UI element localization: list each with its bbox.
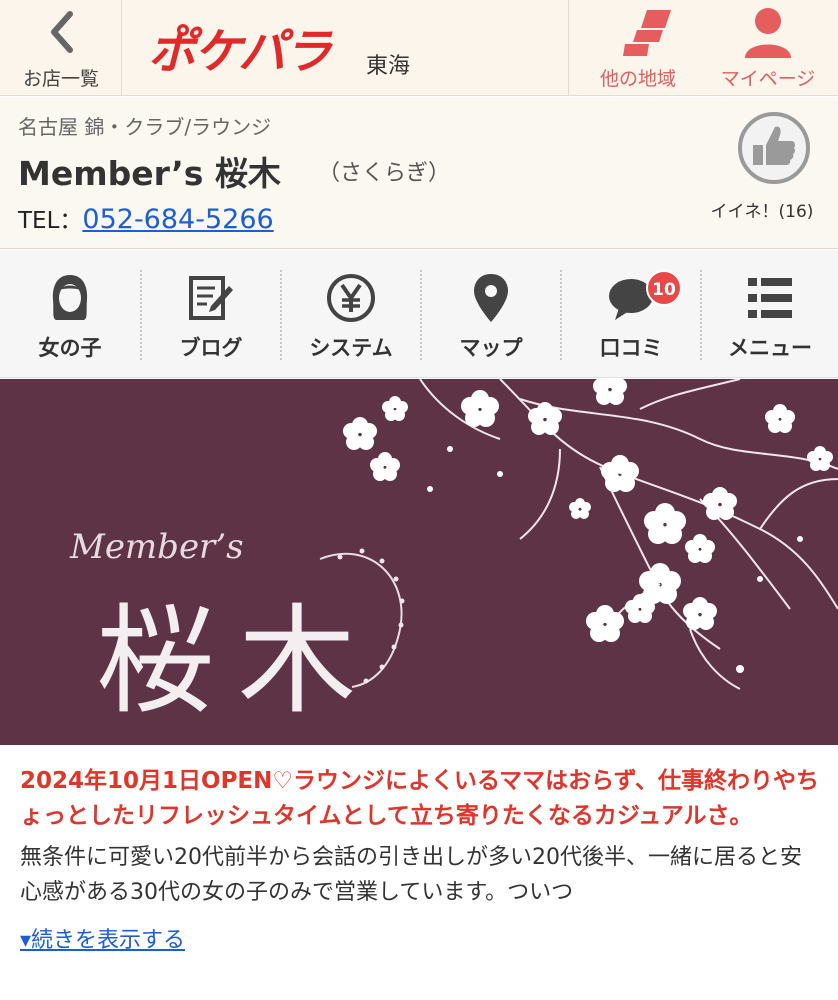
yen-icon bbox=[327, 274, 375, 322]
reviews-count-badge: 10 bbox=[646, 270, 682, 306]
shop-name: Member’s 桜木 bbox=[18, 154, 281, 193]
shop-tel: TEL：052-684-5266 bbox=[18, 201, 274, 235]
tel-label: TEL： bbox=[18, 208, 83, 234]
tel-link[interactable]: 052-684-5266 bbox=[82, 204, 273, 235]
shop-hero-image: Member’s 桜木 bbox=[0, 379, 838, 745]
map-chair-icon bbox=[623, 10, 671, 56]
like-button[interactable]: イイネ！(16) bbox=[700, 111, 824, 222]
pokepara-logo[interactable]: ポケパラ bbox=[146, 22, 356, 76]
nav-item-girls[interactable]: 女の子 bbox=[0, 250, 140, 378]
nav-item-menu[interactable]: メニュー bbox=[702, 250, 838, 378]
shop-info: 名古屋 錦・クラブ/ラウンジ Member’s 桜木 （さくらぎ） TEL：05… bbox=[0, 97, 838, 249]
description-lead: 2024年10月1日OPEN♡ラウンジによくいるママはおらず、仕事終わりやちょっ… bbox=[20, 768, 820, 829]
nav-item-map[interactable]: マップ bbox=[422, 250, 560, 378]
back-label: お店一覧 bbox=[22, 68, 99, 90]
header-actions: 他の地域 マイページ bbox=[568, 0, 838, 96]
nav-label-girls: 女の子 bbox=[38, 336, 102, 360]
nav-item-reviews[interactable]: 10 口コミ bbox=[562, 250, 700, 378]
nav-label-reviews: 口コミ bbox=[599, 336, 663, 360]
shop-area: 名古屋 錦・クラブ/ラウンジ bbox=[18, 115, 272, 139]
hero-members-text: Member’s bbox=[70, 527, 244, 567]
nav-label-system: システム bbox=[309, 336, 393, 360]
svg-text:ポケパラ: ポケパラ bbox=[148, 26, 333, 76]
nav-label-menu: メニュー bbox=[728, 336, 812, 360]
other-region-label: 他の地域 bbox=[599, 68, 676, 90]
map-pin-icon bbox=[474, 274, 508, 322]
girl-icon bbox=[52, 275, 88, 320]
chevron-left-icon bbox=[51, 11, 73, 53]
description-body: 無条件に可愛い20代前半から会話の引き出しが多い20代後半、一緒に居ると安心感が… bbox=[20, 845, 802, 905]
user-icon bbox=[745, 8, 791, 58]
shop-nav: 女の子 ブログ システム マップ 10 口コミ メニュー bbox=[0, 250, 838, 378]
mypage-button[interactable]: マイページ bbox=[703, 0, 833, 96]
show-more-link[interactable]: ▾続きを表示する bbox=[20, 922, 185, 954]
nav-item-blog[interactable]: ブログ bbox=[142, 250, 280, 378]
menu-list-icon bbox=[748, 278, 792, 318]
app-header: お店一覧 ポケパラ 東海 他の地域 マイページ bbox=[0, 0, 838, 96]
nav-item-system[interactable]: システム bbox=[282, 250, 420, 378]
nav-label-blog: ブログ bbox=[179, 336, 243, 360]
other-region-button[interactable]: 他の地域 bbox=[583, 0, 693, 96]
nav-label-map: マップ bbox=[459, 336, 523, 360]
mypage-label: マイページ bbox=[720, 68, 816, 90]
region-label: 東海 bbox=[366, 54, 411, 79]
shop-description: 2024年10月1日OPEN♡ラウンジによくいるママはおらず、仕事終わりやちょっ… bbox=[20, 764, 820, 954]
hero-shop-kanji: 桜木 bbox=[96, 592, 381, 730]
like-count: イイネ！(16) bbox=[710, 202, 814, 222]
blog-icon bbox=[189, 276, 233, 320]
shop-kana: （さくらぎ） bbox=[318, 161, 451, 186]
thumbs-up-icon bbox=[737, 112, 810, 184]
back-to-shop-list-button[interactable]: お店一覧 bbox=[0, 0, 122, 96]
